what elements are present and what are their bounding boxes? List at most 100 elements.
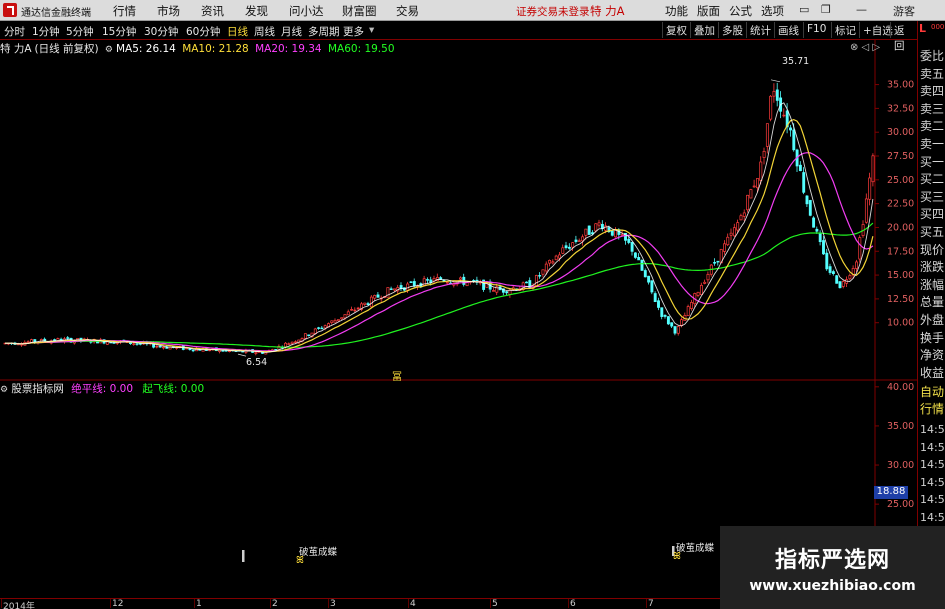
candle [577,238,581,242]
ma60-line [5,222,874,348]
settings-icon[interactable]: ⚙ [105,45,113,55]
candle [845,276,849,287]
minimize-icon[interactable]: — [856,3,867,16]
fuquan-button[interactable]: 复权 [662,22,690,38]
menu-hangqing[interactable]: 行情 [113,3,136,19]
menu-zixun[interactable]: 资讯 [201,3,224,19]
quote-field-label: 卖二 [920,119,945,134]
chat-icon[interactable]: ▭ [799,3,809,16]
chart-toggle-icon[interactable]: ⊗ ◁ ▷ [850,42,880,53]
candle [716,260,720,266]
candle [287,342,291,345]
quote-field-label: 买五 [920,225,945,239]
candle [696,291,700,298]
price-tick-label: 17.50 [887,246,914,257]
candle [812,216,816,228]
candle [551,259,555,265]
period-more[interactable]: 更多 [343,24,364,39]
candle [363,302,367,306]
candle [818,230,822,246]
menu-shichang[interactable]: 市场 [157,3,180,19]
candle [492,287,495,292]
back-button[interactable]: 返回 [890,22,917,52]
chevron-down-icon[interactable]: ▾ [369,24,374,36]
candle [360,302,363,312]
indicator-tick-label: 40.00 [887,382,914,393]
price-chart[interactable]: 35.00 32.50 30.00 27.50 25.00 22.50 20.00 17.50… [0,40,917,609]
candle [534,274,538,287]
period-multi[interactable]: 多周期 [308,24,340,39]
period-1min[interactable]: 1分钟 [32,24,60,39]
candle [828,263,832,275]
menu-banmian[interactable]: 版面 [697,3,720,19]
period-30min[interactable]: 30分钟 [144,24,178,39]
huaxian-button[interactable]: 画线 [774,22,802,38]
candle [868,172,872,206]
candle [746,194,750,213]
price-tick-label: 30.00 [887,127,914,138]
event-marker[interactable]: 冨 [392,368,402,383]
candle [723,240,726,255]
quote-field-label: 卖一 [920,137,945,151]
candle [20,342,24,347]
menu-jiaoyi[interactable]: 交易 [396,3,419,19]
indicator-settings-icon[interactable]: ⚙ [0,385,8,395]
menu-faxian[interactable]: 发现 [245,3,268,19]
watermark-url: www.xuezhibiao.com [749,578,916,594]
menu-wenxiaoda[interactable]: 问小达 [289,3,324,19]
period-monthly[interactable]: 月线 [281,24,302,39]
candle [633,252,637,259]
auto-quote-label[interactable]: 自动 [920,384,944,400]
date-tick-mark: | [407,599,411,609]
candle [822,236,825,256]
window-icon[interactable]: ❐ [821,3,831,16]
candle [686,304,690,316]
candle [670,322,674,329]
quote-field-label: 现价 [920,242,945,257]
tick-time: 14:56 [920,493,945,506]
login-status[interactable]: 证券交易未登录 [516,4,590,19]
watermark: 指标严选网 www.xuezhibiao.com [720,526,945,609]
menu-gongneng[interactable]: 功能 [665,3,688,19]
menu-xuanxiang[interactable]: 选项 [761,3,784,19]
current-value-badge: 18.88 [874,486,908,499]
candle [561,244,565,254]
candle [775,82,779,107]
period-15min[interactable]: 15分钟 [102,24,136,39]
menu-caifuquan[interactable]: 财富圈 [342,3,377,19]
candle [353,307,357,313]
period-daily[interactable]: 日线 [227,24,248,39]
candle [386,287,390,298]
tongji-button[interactable]: 统计 [746,22,774,38]
ma60-value: MA60: 19.50 [327,43,395,55]
auto-quote-label[interactable]: 行情 [920,401,944,417]
period-5min[interactable]: 5分钟 [66,24,94,39]
period-60min[interactable]: 60分钟 [186,24,220,39]
candle [739,213,743,221]
biaoji-button[interactable]: 标记 [831,22,859,38]
candle [426,277,429,284]
quote-field-label: 买四 [920,207,945,222]
candle [630,241,634,256]
candle [587,225,591,235]
period-fenshi[interactable]: 分时 [4,24,25,39]
candle [683,312,687,321]
candle [330,320,334,325]
date-tick-mark: | [489,599,493,609]
duogu-button[interactable]: 多股 [718,22,746,38]
candle [643,268,647,278]
menu-gongshi[interactable]: 公式 [729,3,752,19]
diejia-button[interactable]: 叠加 [690,22,718,38]
panel-corner-label: L [919,22,927,35]
candle [333,318,337,323]
candle [729,228,733,241]
guest-user[interactable]: 游客 [893,3,915,19]
tick-time: 14:56 [920,510,945,524]
f10-button[interactable]: F10 [803,22,829,38]
candle [676,324,680,336]
candle [564,241,568,250]
candle [789,124,792,137]
signal-label-1: 破茧成蝶 [299,547,338,558]
period-weekly[interactable]: 周线 [254,24,275,39]
candle [399,282,403,292]
